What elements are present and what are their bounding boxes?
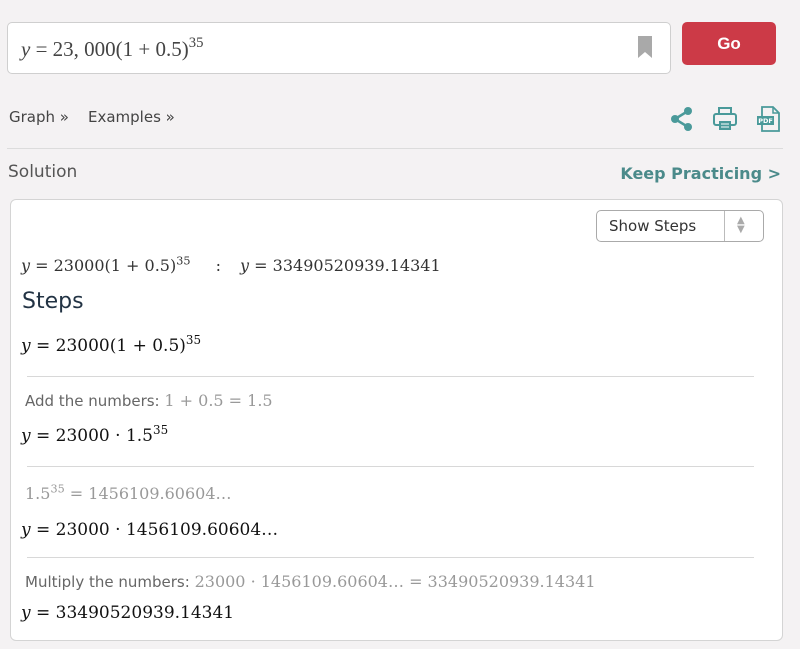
bookmark-icon[interactable]: [638, 36, 652, 58]
step-3-result: y = 33490520939.14341: [21, 603, 234, 623]
expression-body: = 23000 · 1456109.60604…: [30, 520, 279, 540]
step-divider: [27, 557, 754, 558]
step-divider: [27, 466, 754, 467]
step-1-hint: Add the numbers: 1 + 0.5 = 1.5: [25, 391, 273, 410]
step-hint-math: 1 + 0.5 = 1.5: [164, 391, 273, 410]
svg-text:PDF: PDF: [758, 117, 773, 125]
step-hint-text: Multiply the numbers:: [25, 573, 195, 591]
print-icon[interactable]: [712, 106, 738, 132]
search-input[interactable]: y = 23, 000(1 + 0.5)35: [7, 22, 671, 74]
expression-body: = 33490520939.14341: [30, 603, 235, 623]
pdf-icon[interactable]: PDF: [756, 106, 782, 132]
examples-link[interactable]: Examples »: [88, 108, 175, 126]
expression-var: y: [21, 520, 31, 540]
summary-lhs: = 23000(1 + 0.5): [30, 256, 177, 275]
summary-colon: :: [215, 256, 221, 275]
expression-variable: y: [21, 37, 31, 61]
graph-link[interactable]: Graph »: [9, 108, 69, 126]
expression-var: y: [21, 426, 31, 446]
expression-var: y: [21, 336, 31, 356]
hint-base: 1.5: [25, 484, 51, 503]
step-1-result: y = 23000 · 1.535: [21, 422, 169, 446]
step-initial-expression: y = 23000(1 + 0.5)35: [21, 332, 202, 356]
header-divider: [7, 148, 783, 149]
summary-rhs-var: y: [240, 256, 250, 275]
steps-heading: Steps: [22, 289, 84, 314]
solution-summary: y = 23000(1 + 0.5)35 : y = 33490520939.1…: [21, 254, 441, 275]
step-hint-text: Add the numbers:: [25, 392, 165, 410]
hint-exponent: 35: [50, 482, 65, 496]
share-icon[interactable]: [669, 106, 695, 132]
show-steps-label: Show Steps: [609, 217, 697, 235]
select-divider: [724, 211, 725, 241]
step-2-result: y = 23000 · 1456109.60604…: [21, 520, 278, 540]
expression-body: = 23000 · 1.5: [30, 426, 153, 446]
hint-rest: = 1456109.60604…: [64, 484, 232, 503]
select-arrows-icon: ▲ ▼: [737, 215, 745, 235]
solution-label: Solution: [8, 162, 78, 182]
go-button[interactable]: Go: [682, 22, 776, 65]
step-divider: [27, 376, 754, 377]
expression-body: = 23000(1 + 0.5): [30, 336, 186, 356]
step-2-hint: 1.535 = 1456109.60604…: [25, 482, 232, 503]
step-hint-math: 1.535 = 1456109.60604…: [25, 482, 232, 503]
step-3-hint: Multiply the numbers: 23000 · 1456109.60…: [25, 572, 596, 591]
keep-practicing-link[interactable]: Keep Practicing >: [620, 164, 781, 183]
expression-exponent: 35: [185, 332, 202, 347]
step-hint-math: 23000 · 1456109.60604… = 33490520939.143…: [194, 572, 596, 591]
summary-lhs-exp: 35: [176, 254, 191, 268]
expression-body: = 23, 000(1 + 0.5): [30, 37, 189, 61]
show-steps-select[interactable]: Show Steps ▲ ▼: [596, 210, 764, 242]
expression-var: y: [21, 603, 31, 623]
expression-exponent: 35: [188, 35, 204, 52]
summary-rhs: = 33490520939.14341: [249, 256, 441, 275]
summary-lhs-var: y: [21, 256, 31, 275]
search-expression: y = 23, 000(1 + 0.5)35: [21, 35, 204, 62]
expression-exponent: 35: [153, 422, 169, 437]
